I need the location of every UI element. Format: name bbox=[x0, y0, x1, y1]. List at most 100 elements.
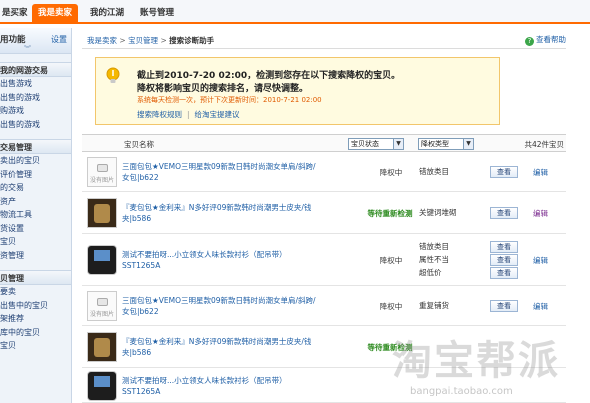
tab-buyer[interactable]: 是买家 bbox=[0, 4, 34, 22]
camera-icon bbox=[97, 164, 108, 172]
item-status: 降权中 bbox=[379, 302, 403, 311]
link-separator: | bbox=[187, 110, 190, 119]
item-title-link[interactable]: 『麦包包★金利来』N多好评09新款韩时尚潮男士皮夹/钱夹|b586 bbox=[122, 202, 322, 224]
view-button[interactable]: 查看 bbox=[490, 166, 518, 178]
top-navigation: 是买家 我是卖家 我的江湖 账号管理 bbox=[0, 0, 590, 24]
sidebar-group: 我的网游交易 出售游戏 出售的游戏 购游戏 出售的游戏 bbox=[0, 62, 71, 131]
item-status: 等待重新检测 bbox=[367, 343, 413, 352]
column-item-name: 宝贝名称 bbox=[124, 140, 154, 149]
table-header: 宝贝名称 宝贝状态 ▼ 降权类型 ▼ 共42件宝贝 bbox=[82, 134, 566, 152]
no-image-placeholder[interactable]: 没有图片 bbox=[87, 157, 117, 187]
sidebar-item[interactable]: 宝贝 bbox=[0, 235, 71, 249]
table-row: 『麦包包★金利来』N多好评09新款韩时尚潮男士皮夹/钱夹|b586 等待重新检测关… bbox=[82, 192, 566, 234]
suggest-link[interactable]: 给淘宝提建议 bbox=[195, 110, 240, 119]
sidebar-item[interactable]: 货设置 bbox=[0, 222, 71, 236]
sidebar-item[interactable]: 的交易 bbox=[0, 181, 71, 195]
view-button[interactable]: 查看 bbox=[490, 241, 518, 253]
breadcrumb-seller[interactable]: 我是卖家 bbox=[87, 36, 117, 45]
tab-jianghu[interactable]: 我的江湖 bbox=[84, 4, 130, 22]
sidebar-group-title[interactable]: 贝管理 bbox=[0, 270, 71, 285]
sidebar-group-title[interactable]: 我的网游交易 bbox=[0, 62, 71, 77]
table-row: 没有图片 三面包包★VEMO三明星款09新款日韩时尚潮女单肩/斜跨/女包|b622… bbox=[82, 152, 566, 192]
sidebar-title: 用功能 bbox=[0, 35, 26, 45]
help-icon: ? bbox=[525, 37, 534, 46]
no-image-label: 没有图片 bbox=[89, 311, 114, 318]
view-button[interactable]: 查看 bbox=[490, 267, 518, 279]
sidebar-item[interactable]: 资产 bbox=[0, 195, 71, 209]
rules-link[interactable]: 搜索降权规则 bbox=[137, 110, 182, 119]
sidebar-groups: 我的网游交易 出售游戏 出售的游戏 购游戏 出售的游戏 交易管理 卖出的宝贝 评价管理 的交易资… bbox=[0, 62, 71, 353]
sidebar-item[interactable]: 出售游戏 bbox=[0, 77, 71, 91]
sidebar-settings-link[interactable]: 设置 bbox=[51, 34, 67, 45]
demotion-type: 关键词堆砌 bbox=[419, 208, 457, 217]
edit-link[interactable]: 编辑 bbox=[533, 167, 548, 178]
breadcrumb-item-manage[interactable]: 宝贝管理 bbox=[128, 36, 158, 45]
sidebar-group: 交易管理 卖出的宝贝 评价管理 的交易 资产 物流工具 货设置 宝贝 资管理 bbox=[0, 139, 71, 262]
demotion-type: 超低价 bbox=[419, 268, 442, 277]
no-image-label: 没有图片 bbox=[89, 177, 114, 184]
tab-account[interactable]: 账号管理 bbox=[134, 4, 180, 22]
sidebar-group: 贝管理 要卖 出售中的宝贝 架推荐 库中的宝贝 宝贝 bbox=[0, 270, 71, 353]
breadcrumb-current: 搜索诊断助手 bbox=[169, 36, 215, 45]
breadcrumb-separator: > bbox=[160, 36, 170, 45]
item-title-link[interactable]: 三面包包★VEMO三明星款09新款日韩时尚潮女单肩/斜跨/女包|b622 bbox=[122, 295, 322, 317]
help-label: 查看帮助 bbox=[536, 35, 566, 44]
notice-update-time: 系统每天检测一次，预计下次更新时间：2010-7-21 02:00 bbox=[137, 96, 322, 104]
sidebar-item[interactable]: 架推荐 bbox=[0, 312, 71, 326]
item-thumbnail[interactable] bbox=[87, 198, 117, 228]
type-filter-select[interactable]: 降权类型 ▼ bbox=[418, 138, 474, 150]
table-row: 『麦包包★金利来』N多好评09新款韩时尚潮男士皮夹/钱夹|b586 等待重新检测 bbox=[82, 326, 566, 368]
divider bbox=[82, 48, 566, 49]
demotion-type: 错放类目 bbox=[419, 167, 449, 176]
sidebar-item[interactable]: 资管理 bbox=[0, 249, 71, 263]
page: 是买家 我是卖家 我的江湖 账号管理 用功能 设置 ︾ 我的网游交易 出售游戏 出售… bbox=[0, 0, 590, 403]
item-title-link[interactable]: 三面包包★VEMO三明星款09新款日韩时尚潮女单肩/斜跨/女包|b622 bbox=[122, 161, 322, 183]
sidebar-item[interactable]: 出售中的宝贝 bbox=[0, 299, 71, 313]
edit-link[interactable]: 编辑 bbox=[533, 208, 548, 219]
view-button[interactable]: 查看 bbox=[490, 300, 518, 312]
item-title-link[interactable]: 测试不要拍呀...小立领女人味长款衬衫（配吊带）SST1265A bbox=[122, 375, 322, 397]
sidebar-item[interactable]: 出售的游戏 bbox=[0, 91, 71, 105]
sidebar-item[interactable]: 库中的宝贝 bbox=[0, 326, 71, 340]
total-count: 共42件宝贝 bbox=[524, 140, 564, 149]
sidebar-item[interactable]: 宝贝 bbox=[0, 339, 71, 353]
item-thumbnail[interactable] bbox=[87, 332, 117, 362]
sidebar-group-title[interactable]: 交易管理 bbox=[0, 139, 71, 154]
sidebar: 用功能 设置 ︾ 我的网游交易 出售游戏 出售的游戏 购游戏 出售的游戏 交易管理 卖出的宝… bbox=[0, 28, 72, 403]
item-title-link[interactable]: 『麦包包★金利来』N多好评09新款韩时尚潮男士皮夹/钱夹|b586 bbox=[122, 336, 322, 358]
notice-links: 搜索降权规则 | 给淘宝提建议 bbox=[137, 109, 240, 120]
help-link[interactable]: ? 查看帮助 bbox=[525, 34, 566, 46]
view-button[interactable]: 查看 bbox=[490, 254, 518, 266]
status-filter-select[interactable]: 宝贝状态 ▼ bbox=[348, 138, 404, 150]
sidebar-header: 用功能 设置 ︾ bbox=[0, 28, 71, 54]
sidebar-item[interactable]: 卖出的宝贝 bbox=[0, 154, 71, 168]
notice-headline: 截止到2010-7-20 02:00，检测到您存在以下搜索降权的宝贝。 bbox=[137, 71, 401, 81]
edit-link[interactable]: 编辑 bbox=[533, 301, 548, 312]
sidebar-item[interactable]: 购游戏 bbox=[0, 104, 71, 118]
item-title-link[interactable]: 测试不要拍呀...小立领女人味长款衬衫（配吊带）SST1265A bbox=[122, 249, 322, 271]
item-thumbnail[interactable] bbox=[87, 371, 117, 401]
sidebar-item[interactable]: 物流工具 bbox=[0, 208, 71, 222]
sidebar-item[interactable]: 评价管理 bbox=[0, 168, 71, 182]
breadcrumb-separator: > bbox=[119, 36, 129, 45]
chevron-down-icon[interactable]: ︾ bbox=[24, 44, 31, 54]
table-row: 测试不要拍呀...小立领女人味长款衬衫（配吊带）SST1265A 降权中 错放类目属… bbox=[82, 234, 566, 286]
demotion-type: 重复铺货 bbox=[419, 301, 449, 310]
lightbulb-icon bbox=[106, 67, 120, 83]
main-content: 我是卖家 > 宝贝管理 > 搜索诊断助手 ? 查看帮助 截止到2010-7-20 … bbox=[77, 28, 566, 403]
camera-icon bbox=[97, 298, 108, 306]
type-filter-value: 降权类型 bbox=[421, 140, 449, 148]
notice-box: 截止到2010-7-20 02:00，检测到您存在以下搜索降权的宝贝。 降权将影… bbox=[95, 57, 500, 125]
sidebar-item[interactable]: 出售的游戏 bbox=[0, 118, 71, 132]
no-image-placeholder[interactable]: 没有图片 bbox=[87, 291, 117, 321]
view-button[interactable]: 查看 bbox=[490, 207, 518, 219]
item-thumbnail[interactable] bbox=[87, 245, 117, 275]
status-filter-value: 宝贝状态 bbox=[351, 140, 379, 148]
tab-seller[interactable]: 我是卖家 bbox=[32, 4, 79, 22]
item-status: 降权中 bbox=[379, 168, 403, 177]
edit-link[interactable]: 编辑 bbox=[533, 255, 548, 266]
item-status: 降权中 bbox=[379, 256, 403, 265]
dropdown-arrow-icon: ▼ bbox=[463, 139, 473, 149]
sidebar-item[interactable]: 要卖 bbox=[0, 285, 71, 299]
notice-subline: 降权将影响宝贝的搜索排名，请尽快调整。 bbox=[137, 84, 309, 94]
